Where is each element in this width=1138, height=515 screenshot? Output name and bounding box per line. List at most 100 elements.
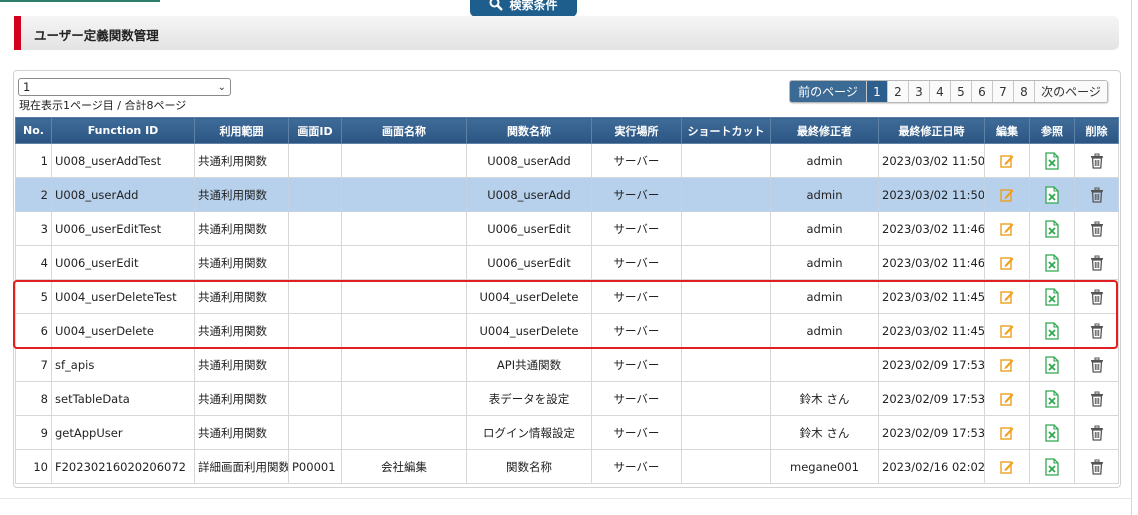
col-header-function-id[interactable]: Function ID	[51, 117, 195, 144]
col-header-shortcut[interactable]: ショートカット	[681, 117, 771, 144]
scope-cell: 共通利用関数	[194, 279, 289, 314]
search-conditions-tab[interactable]: 検索条件	[470, 0, 577, 17]
edit-icon	[1000, 358, 1014, 372]
table-row[interactable]: 7 sf_apis 共通利用関数 API共通関数 サーバー 2023/02/09 17:5…	[15, 347, 1119, 382]
refer-button[interactable]	[1029, 211, 1075, 246]
trash-icon	[1090, 323, 1103, 339]
refer-button[interactable]	[1029, 279, 1075, 314]
modified-at-cell: 2023/03/02 11:46	[878, 211, 985, 246]
page-button-6[interactable]: 6	[971, 81, 992, 102]
screen-name-cell	[341, 381, 467, 416]
col-header-modifier[interactable]: 最終修正者	[770, 117, 879, 144]
exec-place-cell: サーバー	[591, 449, 682, 484]
function-name-cell: U004_userDelete	[466, 313, 592, 348]
delete-button[interactable]	[1074, 177, 1119, 212]
delete-button[interactable]	[1074, 415, 1119, 450]
page-button-2[interactable]: 2	[887, 81, 908, 102]
trash-icon	[1090, 221, 1103, 237]
page-button-7[interactable]: 7	[992, 81, 1013, 102]
refer-button[interactable]	[1029, 143, 1075, 178]
table-row[interactable]: 4 U006_userEdit 共通利用関数 U006_userEdit サーバー adm…	[15, 245, 1119, 280]
shortcut-cell	[681, 177, 771, 212]
screen-id-cell: P00001	[288, 449, 342, 484]
function-id-cell: getAppUser	[51, 415, 195, 450]
trash-icon	[1090, 425, 1103, 441]
edit-button[interactable]	[984, 211, 1030, 246]
modifier-cell: admin	[770, 279, 879, 314]
edit-button[interactable]	[984, 381, 1030, 416]
excel-icon	[1045, 457, 1059, 476]
page-button-1[interactable]: 1	[866, 81, 887, 102]
refer-button[interactable]	[1029, 347, 1075, 382]
page-button-8[interactable]: 8	[1013, 81, 1034, 102]
screen-name-cell	[341, 177, 467, 212]
edit-button[interactable]	[984, 279, 1030, 314]
page-button-5[interactable]: 5	[950, 81, 971, 102]
edit-button[interactable]	[984, 143, 1030, 178]
col-header-screen-name[interactable]: 画面名称	[341, 117, 467, 144]
edit-button[interactable]	[984, 313, 1030, 348]
table-row[interactable]: 6 U004_userDelete 共通利用関数 U004_userDelete サーバ…	[15, 313, 1119, 348]
col-header-exec-place[interactable]: 実行場所	[591, 117, 682, 144]
table-row[interactable]: 2 U008_userAdd 共通利用関数 U008_userAdd サーバー admin…	[15, 177, 1119, 212]
modifier-cell: admin	[770, 143, 879, 178]
refer-button[interactable]	[1029, 415, 1075, 450]
page-info: 現在表示1ページ目 / 合計8ページ	[19, 99, 187, 112]
edit-button[interactable]	[984, 415, 1030, 450]
modifier-cell: admin	[770, 211, 879, 246]
modifier-cell: megane001	[770, 449, 879, 484]
table-row[interactable]: 1 U008_userAddTest 共通利用関数 U008_userAdd サーバー a…	[15, 143, 1119, 178]
edit-button[interactable]	[984, 177, 1030, 212]
refer-button[interactable]	[1029, 177, 1075, 212]
exec-place-cell: サーバー	[591, 415, 682, 450]
delete-button[interactable]	[1074, 347, 1119, 382]
refer-button[interactable]	[1029, 313, 1075, 348]
scope-cell: 共通利用関数	[194, 381, 289, 416]
col-header-modified-at[interactable]: 最終修正日時	[878, 117, 985, 144]
modified-at-cell: 2023/02/16 02:02	[878, 449, 985, 484]
table-header-row: No. Function ID 利用範囲 画面ID 画面名称 関数名称 実行場所…	[15, 117, 1119, 144]
col-header-no[interactable]: No.	[15, 117, 52, 144]
next-page-button[interactable]: 次のページ	[1034, 81, 1107, 102]
shortcut-cell	[681, 211, 771, 246]
screen-id-cell	[288, 211, 342, 246]
col-header-function-name[interactable]: 関数名称	[466, 117, 592, 144]
delete-button[interactable]	[1074, 211, 1119, 246]
scope-cell: 共通利用関数	[194, 177, 289, 212]
function-id-cell: sf_apis	[51, 347, 195, 382]
delete-button[interactable]	[1074, 381, 1119, 416]
delete-button[interactable]	[1074, 279, 1119, 314]
row-no: 7	[15, 347, 52, 382]
table-row[interactable]: 8 setTableData 共通利用関数 表データを設定 サーバー 鈴木 さん 2023/…	[15, 381, 1119, 416]
exec-place-cell: サーバー	[591, 313, 682, 348]
refer-button[interactable]	[1029, 449, 1075, 484]
edit-button[interactable]	[984, 245, 1030, 280]
table-row[interactable]: 3 U006_userEditTest 共通利用関数 U006_userEdit サーバ…	[15, 211, 1119, 246]
delete-button[interactable]	[1074, 245, 1119, 280]
edit-button[interactable]	[984, 449, 1030, 484]
refer-button[interactable]	[1029, 381, 1075, 416]
window-divider	[1131, 0, 1132, 515]
screen-name-cell: 会社編集	[341, 449, 467, 484]
exec-place-cell: サーバー	[591, 245, 682, 280]
table-row[interactable]: 9 getAppUser 共通利用関数 ログイン情報設定 サーバー 鈴木 さん 2023/0…	[15, 415, 1119, 450]
refer-button[interactable]	[1029, 245, 1075, 280]
table-row[interactable]: 5 U004_userDeleteTest 共通利用関数 U004_userDelet…	[15, 279, 1119, 314]
modified-at-cell: 2023/03/02 11:45	[878, 279, 985, 314]
delete-button[interactable]	[1074, 449, 1119, 484]
function-id-cell: F20230216020206072	[51, 449, 195, 484]
exec-place-cell: サーバー	[591, 177, 682, 212]
function-name-cell: ログイン情報設定	[466, 415, 592, 450]
table-row[interactable]: 10 F20230216020206072 詳細画面利用関数 P00001 会社編集 関数…	[15, 449, 1119, 484]
chevron-down-icon: ⌄	[217, 81, 226, 93]
page-select[interactable]: 1 ⌄	[18, 78, 231, 96]
delete-button[interactable]	[1074, 143, 1119, 178]
page-button-3[interactable]: 3	[908, 81, 929, 102]
col-header-scope[interactable]: 利用範囲	[194, 117, 289, 144]
page-button-4[interactable]: 4	[929, 81, 950, 102]
prev-page-button[interactable]: 前のページ	[790, 81, 866, 102]
col-header-screen-id[interactable]: 画面ID	[288, 117, 342, 144]
function-name-cell: U008_userAdd	[466, 177, 592, 212]
delete-button[interactable]	[1074, 313, 1119, 348]
edit-button[interactable]	[984, 347, 1030, 382]
